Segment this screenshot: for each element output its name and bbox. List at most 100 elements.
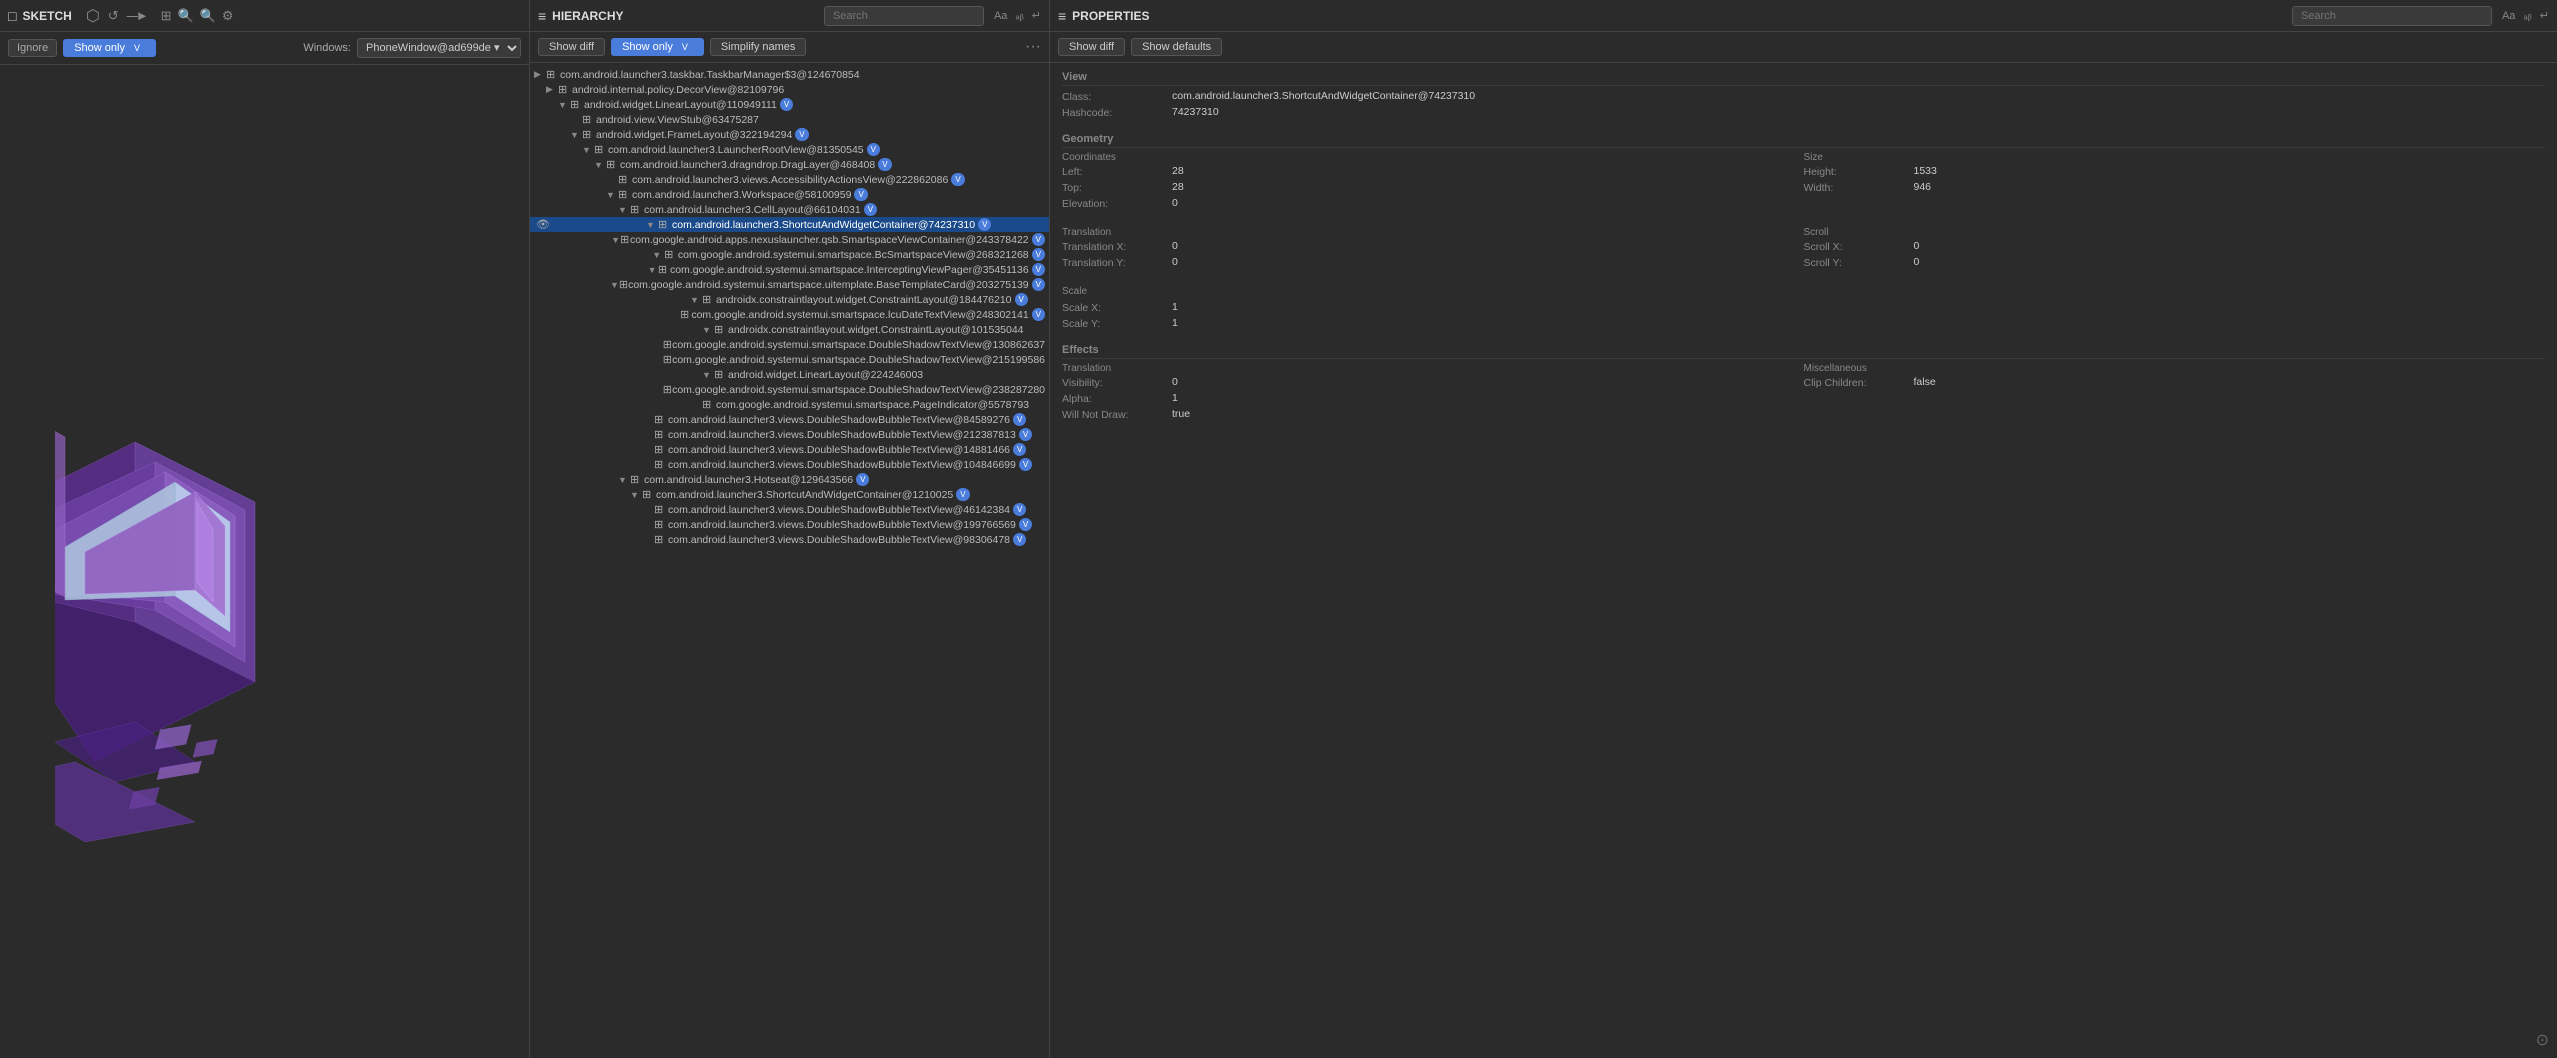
tree-arrow-6[interactable]: ▼ [582,145,594,155]
tree-node-text-9: com.android.launcher3.Workspace@58100959 [632,189,851,201]
tree-node-1[interactable]: ▶⊞com.android.launcher3.taskbar.TaskbarM… [530,67,1049,82]
nav-icon-4[interactable]: ⊞ [161,8,172,24]
settings-icon[interactable]: ⚙ [222,8,234,24]
tree-node-19[interactable]: ⊞com.google.android.systemui.smartspace.… [530,337,1049,352]
tree-node-7[interactable]: ▼⊞com.android.launcher3.dragndrop.DragLa… [530,157,1049,172]
visibility-badge-5: V [795,128,808,141]
scale-y-row: Scale Y: 1 [1062,317,2545,330]
tree-arrow-7[interactable]: ▼ [594,160,606,170]
tree-node-12[interactable]: ▼⊞com.google.android.apps.nexuslauncher.… [530,232,1049,247]
height-value: 1533 [1914,165,2546,177]
tree-node-icon-8: ⊞ [618,173,632,186]
zoom-in-icon[interactable]: 🔍 [200,8,216,24]
tree-node-32[interactable]: ⊞com.android.launcher3.views.DoubleShado… [530,532,1049,547]
ignore-button[interactable]: Ignore [8,39,57,57]
show-diff-prop-button[interactable]: Show diff [1058,38,1125,56]
tree-node-29[interactable]: ▼⊞com.android.launcher3.ShortcutAndWidge… [530,487,1049,502]
tree-node-icon-17: ⊞ [680,308,691,321]
tree-node-icon-31: ⊞ [654,518,668,531]
will-not-draw-label: Will Not Draw: [1062,408,1172,421]
tree-node-text-1: com.android.launcher3.taskbar.TaskbarMan… [560,69,860,81]
visibility-badge-30: V [1013,503,1026,516]
tree-node-22[interactable]: ⊞com.google.android.systemui.smartspace.… [530,382,1049,397]
scroll-group: Scroll Scroll X: 0 Scroll Y: 0 [1804,227,2546,272]
tree-node-5[interactable]: ▼⊞android.widget.FrameLayout@322194294V [530,127,1049,142]
tree-arrow-3[interactable]: ▼ [558,100,570,110]
tree-node-text-31: com.android.launcher3.views.DoubleShadow… [668,519,1016,531]
case-icon: Aa [994,10,1007,22]
tree-node-icon-10: ⊞ [630,203,644,216]
tree-node-4[interactable]: ⊞android.view.ViewStub@63475287 [530,112,1049,127]
tree-arrow-1[interactable]: ▶ [534,69,546,80]
tree-node-9[interactable]: ▼⊞com.android.launcher3.Workspace@581009… [530,187,1049,202]
scale-y-label: Scale Y: [1062,317,1172,330]
tree-node-25[interactable]: ⊞com.android.launcher3.views.DoubleShado… [530,427,1049,442]
tree-node-24[interactable]: ⊞com.android.launcher3.views.DoubleShado… [530,412,1049,427]
tree-arrow-28[interactable]: ▼ [618,475,630,485]
show-only-h-button[interactable]: Show only V [611,38,704,56]
tree-node-28[interactable]: ▼⊞com.android.launcher3.Hotseat@12964356… [530,472,1049,487]
tree-arrow-14[interactable]: ▼ [648,265,658,275]
tree-arrow-16[interactable]: ▼ [690,295,702,305]
scale-x-value: 1 [1172,301,2545,313]
tree-node-6[interactable]: ▼⊞com.android.launcher3.LauncherRootView… [530,142,1049,157]
tree-arrow-2[interactable]: ▶ [546,84,558,95]
corner-icon: ⊙ [2536,1030,2549,1050]
width-label: Width: [1804,181,1914,194]
tree-node-16[interactable]: ▼⊞androidx.constraintlayout.widget.Const… [530,292,1049,307]
visibility-row: Visibility: 0 [1062,376,1804,389]
tree-node-13[interactable]: ▼⊞com.google.android.systemui.smartspace… [530,247,1049,262]
tree-node-15[interactable]: ▼⊞com.google.android.systemui.smartspace… [530,277,1049,292]
visibility-badge-3: V [780,98,793,111]
clip-children-label: Clip Children: [1804,376,1914,389]
top-row: Top: 28 [1062,181,1804,194]
tree-node-2[interactable]: ▶⊞android.internal.policy.DecorView@8210… [530,82,1049,97]
left-value: 28 [1172,165,1804,177]
tree-arrow-29[interactable]: ▼ [630,490,642,500]
tree-node-17[interactable]: ⊞com.google.android.systemui.smartspace.… [530,307,1049,322]
visibility-badge-11: V [978,218,991,231]
show-diff-button[interactable]: Show diff [538,38,605,56]
tree-arrow-11[interactable]: ▼ [646,220,658,230]
tree-node-text-16: androidx.constraintlayout.widget.Constra… [716,294,1012,306]
windows-select[interactable]: PhoneWindow@ad699de ▾ [357,38,521,58]
tree-arrow-21[interactable]: ▼ [702,370,714,380]
zoom-out-icon[interactable]: 🔍 [177,8,193,24]
tree-node-31[interactable]: ⊞com.android.launcher3.views.DoubleShado… [530,517,1049,532]
tree-node-3[interactable]: ▼⊞android.widget.LinearLayout@110949111V [530,97,1049,112]
nav-icon-3[interactable]: ⎯⎯► [127,8,147,24]
nav-icon-1[interactable]: ⬡ [86,6,100,26]
tree-node-10[interactable]: ▼⊞com.android.launcher3.CellLayout@66104… [530,202,1049,217]
tree-node-30[interactable]: ⊞com.android.launcher3.views.DoubleShado… [530,502,1049,517]
tree-node-21[interactable]: ▼⊞android.widget.LinearLayout@224246003 [530,367,1049,382]
tree-arrow-5[interactable]: ▼ [570,130,582,140]
tree-node-icon-1: ⊞ [546,68,560,81]
visibility-badge-28: V [856,473,869,486]
tree-node-text-24: com.android.launcher3.views.DoubleShadow… [668,414,1010,426]
eye-icon-11[interactable]: 👁 [536,218,550,231]
more-options-icon[interactable]: ··· [1025,38,1041,56]
nav-icon-2[interactable]: ↺ [108,8,119,24]
sx-row: Scroll X: 0 [1804,240,2546,253]
tree-node-23[interactable]: ⊞com.google.android.systemui.smartspace.… [530,397,1049,412]
tree-arrow-18[interactable]: ▼ [702,325,714,335]
simplify-names-button[interactable]: Simplify names [710,38,807,56]
properties-search-input[interactable] [2292,6,2492,26]
tree-node-11[interactable]: 👁▼⊞com.android.launcher3.ShortcutAndWidg… [530,217,1049,232]
hierarchy-search-input[interactable] [824,6,984,26]
visibility-label: Visibility: [1062,376,1172,389]
tree-node-text-18: androidx.constraintlayout.widget.Constra… [728,324,1024,336]
tree-node-8[interactable]: ⊞com.android.launcher3.views.Accessibili… [530,172,1049,187]
tree-node-27[interactable]: ⊞com.android.launcher3.views.DoubleShado… [530,457,1049,472]
tree-node-18[interactable]: ▼⊞androidx.constraintlayout.widget.Const… [530,322,1049,337]
show-defaults-button[interactable]: Show defaults [1131,38,1222,56]
tree-arrow-12[interactable]: ▼ [611,235,620,245]
tree-arrow-15[interactable]: ▼ [610,280,619,290]
tree-arrow-9[interactable]: ▼ [606,190,618,200]
tree-node-20[interactable]: ⊞com.google.android.systemui.smartspace.… [530,352,1049,367]
tree-node-26[interactable]: ⊞com.android.launcher3.views.DoubleShado… [530,442,1049,457]
tree-node-14[interactable]: ▼⊞com.google.android.systemui.smartspace… [530,262,1049,277]
tree-arrow-10[interactable]: ▼ [618,205,630,215]
show-only-button[interactable]: Show only V [63,39,156,57]
tree-arrow-13[interactable]: ▼ [652,250,664,260]
